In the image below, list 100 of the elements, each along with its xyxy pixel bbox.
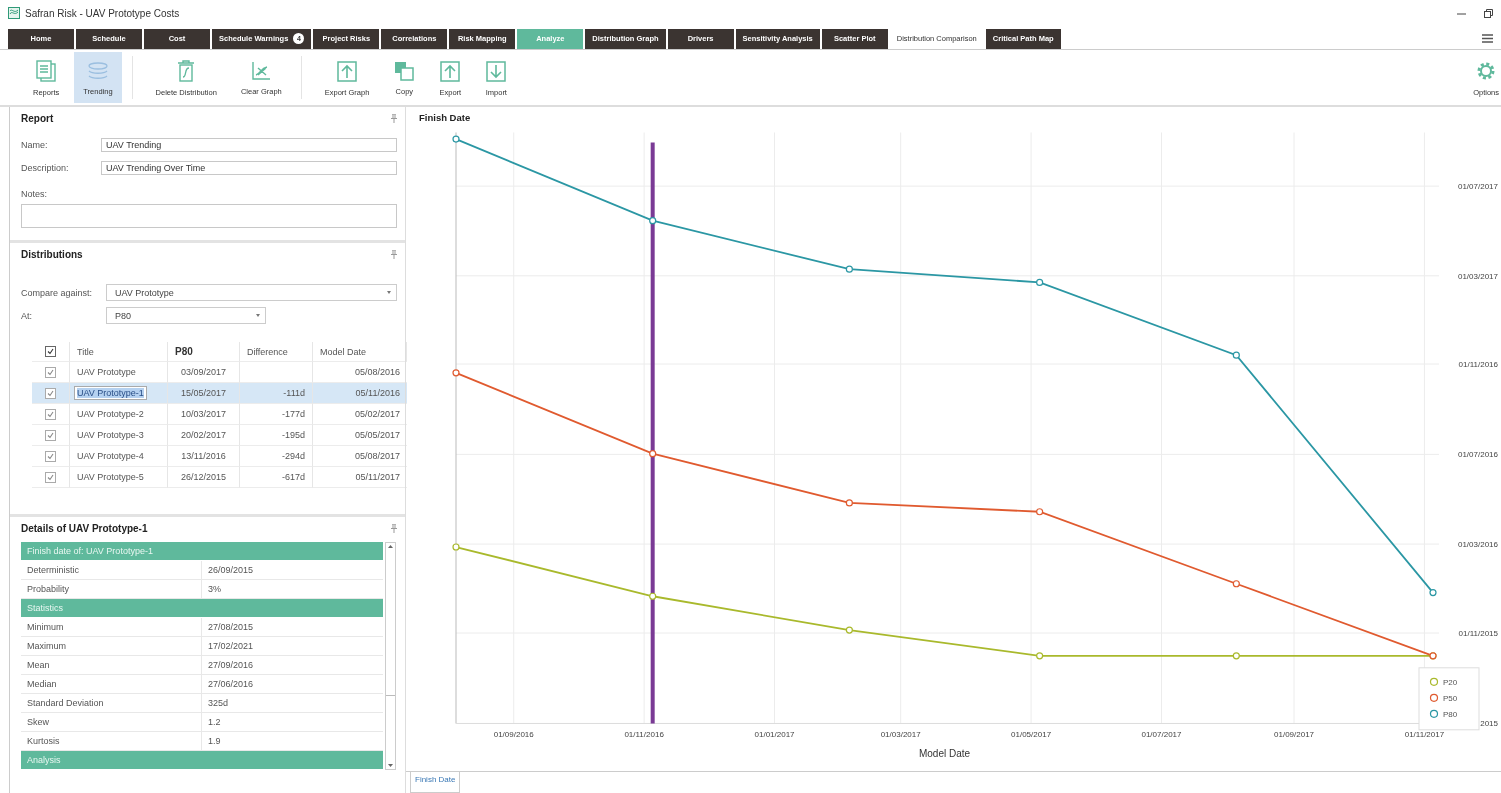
legend-marker-icon [1429,677,1439,686]
table-cell: 05/02/2017 [313,404,407,425]
section-header: Finish date of: UAV Prototype-1 [21,542,383,561]
menu-icon[interactable] [1482,34,1493,43]
dropdown-caret-icon [387,291,391,294]
table-cell: Minimum [21,618,202,637]
table-cell[interactable]: UAV Prototype-5 [70,467,168,488]
data-point[interactable] [845,499,853,507]
data-point[interactable] [1429,589,1437,597]
axis-label: 01/09/2017 [1274,729,1315,739]
checkbox[interactable] [45,429,56,441]
input-field[interactable]: UAV Trending [101,138,397,152]
table-cell: -111d [240,383,313,404]
scroll-up-icon[interactable] [388,545,393,548]
pin-icon[interactable] [391,524,397,533]
table-cell: Maximum [21,637,202,656]
pin-icon[interactable] [391,114,397,123]
column-header[interactable]: Title [70,342,168,362]
table-cell[interactable]: UAV Prototype-4 [70,446,168,467]
chart-title: Finish Date [419,112,471,123]
axis-label: 01/11/2015 [1458,629,1498,638]
table-cell: 27/09/2016 [202,656,383,675]
checkbox[interactable] [45,366,56,378]
table-cell: 05/08/2017 [313,446,407,467]
data-point[interactable] [1036,508,1044,516]
data-point[interactable] [845,265,853,273]
checkbox[interactable] [45,450,56,462]
window-title: Safran Risk - UAV Prototype Costs [25,7,181,19]
restore-icon[interactable] [1484,8,1493,18]
pin-icon[interactable] [391,250,397,259]
notes-field[interactable] [21,204,397,228]
data-point[interactable] [649,450,657,458]
axis-label: 01/11/2016 [624,729,664,739]
axis-label: 01/05/2017 [1011,729,1052,739]
app-logo-icon [8,7,20,19]
dropdown[interactable]: UAV Prototype [106,284,397,301]
table-cell: -177d [240,404,313,425]
legend-label[interactable]: P50 [1443,693,1458,703]
table-cell: 26/12/2015 [168,467,240,488]
table-cell[interactable]: UAV Prototype-2 [70,404,168,425]
data-point[interactable] [452,369,460,377]
legend-label[interactable]: P20 [1443,677,1458,687]
table-cell[interactable]: UAV Prototype-3 [70,425,168,446]
axis-title: Model Date [918,747,971,759]
table-cell: Median [21,675,202,694]
section-header: Analysis [21,751,383,770]
checkbox[interactable] [45,346,56,357]
table-cell: -617d [240,467,313,488]
copy-icon [393,59,416,82]
axis-label: 01/07/2017 [1141,729,1182,739]
table-cell: Standard Deviation [21,694,202,713]
checkbox[interactable] [45,387,56,399]
table-cell: 05/11/2016 [313,383,407,404]
column-header[interactable]: Model Date [313,342,407,362]
data-point[interactable] [1232,580,1240,588]
axis-label: 01/11/2016 [1458,360,1498,369]
field-label: Name: [21,140,49,150]
legend-marker-icon [1429,693,1439,702]
document-icon [35,58,58,83]
data-point[interactable] [1036,278,1044,286]
table-cell: 27/08/2015 [202,618,383,637]
import-icon [485,58,508,83]
field-label: At: [21,310,33,321]
column-header[interactable]: Difference [240,342,313,362]
dropdown[interactable]: P80 [106,307,266,324]
column-header[interactable]: P80 [168,342,240,362]
table-cell: 13/11/2016 [168,446,240,467]
table-cell: 05/11/2017 [313,467,407,488]
scroll-down-icon[interactable] [388,764,393,767]
data-point[interactable] [1232,351,1240,359]
table-cell: -294d [240,446,313,467]
section-header: Statistics [21,599,383,618]
table-cell: 15/05/2017 [168,383,240,404]
table-cell: -195d [240,425,313,446]
axis-label: 01/01/2017 [754,729,795,739]
panel-title: Report [21,113,54,124]
table-cell: 27/06/2016 [202,675,383,694]
axis-label: 01/03/2017 [880,729,921,739]
field-label: Notes: [21,189,47,199]
data-point[interactable] [452,135,460,143]
field-label: Description: [21,163,70,173]
marker-line[interactable] [650,142,655,724]
scrollbar[interactable] [385,542,396,770]
table-cell: 05/05/2017 [313,425,407,446]
panel-title: Distributions [21,249,83,260]
data-point[interactable] [649,217,657,225]
field-label: Compare against: [21,287,94,298]
checkbox[interactable] [45,471,56,483]
dropdown-caret-icon [256,314,260,317]
export-icon [336,58,359,83]
tab[interactable]: Finish Date [410,772,461,793]
table-cell: Mean [21,656,202,675]
data-point[interactable] [649,592,657,600]
legend-label[interactable]: P80 [1443,709,1458,719]
axis-label: 01/09/2016 [493,729,534,739]
checkbox[interactable] [45,408,56,420]
input-field[interactable]: UAV Trending Over Time [101,161,397,175]
axis-label: 01/03/2016 [1457,540,1498,550]
table-cell: 20/02/2017 [168,425,240,446]
table-cell[interactable]: UAV Prototype-1 [70,383,168,404]
